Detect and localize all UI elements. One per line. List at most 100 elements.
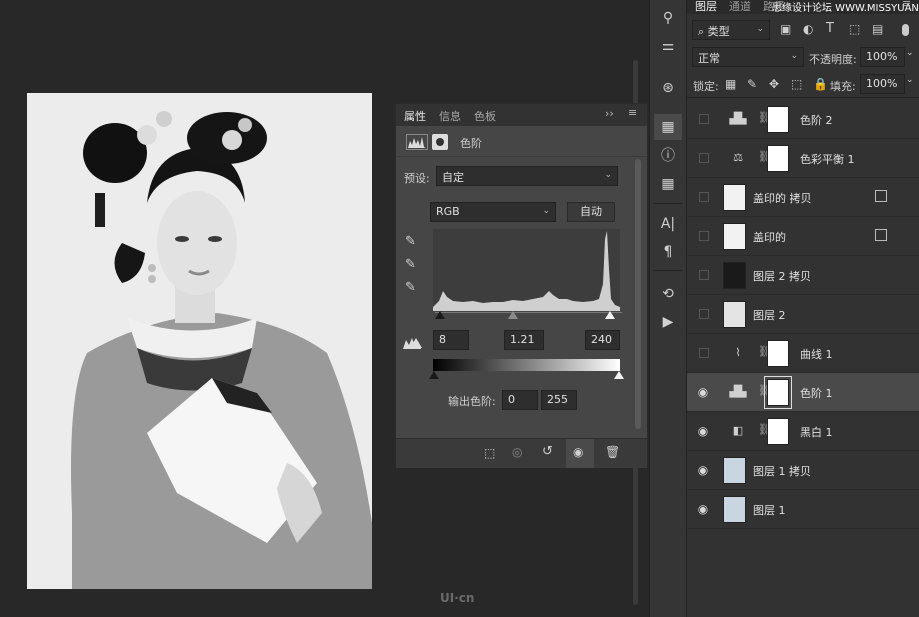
- layer-row[interactable]: ◉ 图层 1: [687, 490, 919, 529]
- output-white-field[interactable]: 255: [541, 390, 577, 410]
- layer-row[interactable]: 图层 2: [687, 295, 919, 334]
- tab-properties[interactable]: 属性: [404, 108, 426, 124]
- paragraph-icon[interactable]: ¶: [658, 242, 678, 262]
- blend-mode-select[interactable]: 正常 ⌄: [692, 47, 804, 67]
- tab-info[interactable]: 信息: [439, 108, 461, 124]
- swatches-icon[interactable]: ▦: [658, 174, 678, 194]
- properties-scrollbar[interactable]: [635, 159, 641, 429]
- preset-select[interactable]: 自定 ⌄: [436, 166, 618, 186]
- output-black-field[interactable]: 0: [502, 390, 538, 410]
- eye-icon[interactable]: ◉: [696, 424, 710, 438]
- black-eyedropper-icon[interactable]: ✎: [405, 234, 416, 249]
- layer-thumbnail[interactable]: [723, 496, 746, 523]
- lock-artboard-icon[interactable]: ⬚: [791, 77, 802, 91]
- channel-select[interactable]: RGB ⌄: [430, 202, 556, 222]
- fill-field[interactable]: 100%: [860, 74, 905, 94]
- white-eyedropper-icon[interactable]: ✎: [405, 280, 416, 295]
- properties-tabbar: 属性 信息 色板 ›› ≡: [396, 104, 647, 126]
- clipping-icon[interactable]: [402, 336, 424, 350]
- filter-pixel-icon[interactable]: ▣: [780, 22, 791, 36]
- curves-icon: ⌇: [735, 346, 741, 359]
- highlight-slider-handle[interactable]: [605, 311, 615, 319]
- layer-mask-icon[interactable]: [432, 134, 448, 150]
- filter-smart-icon[interactable]: ▤: [872, 22, 883, 36]
- clone-source-icon[interactable]: ⊛: [658, 78, 678, 98]
- shadow-slider-handle[interactable]: [435, 311, 445, 319]
- chevron-down-icon[interactable]: ⌄: [906, 48, 914, 58]
- actions-play-icon[interactable]: ▶: [658, 312, 678, 332]
- clip-to-layer-icon[interactable]: ⬚: [484, 446, 495, 460]
- eye-icon[interactable]: ◉: [696, 463, 710, 477]
- layer-mask-thumb[interactable]: [767, 145, 789, 172]
- input-highlight-field[interactable]: 240: [585, 330, 620, 350]
- layer-thumbnail[interactable]: [723, 262, 746, 289]
- layer-thumbnail[interactable]: [723, 457, 746, 484]
- brushes-icon[interactable]: ⚲: [658, 8, 678, 28]
- gray-eyedropper-icon[interactable]: ✎: [405, 257, 416, 272]
- lock-transparent-icon[interactable]: ▦: [725, 77, 736, 91]
- visibility-box[interactable]: [699, 348, 709, 358]
- layer-row[interactable]: 盖印的: [687, 217, 919, 256]
- layer-mask-thumb[interactable]: [767, 340, 789, 367]
- filter-adjustment-icon[interactable]: ◐: [803, 22, 813, 36]
- properties-panel-button[interactable]: ▦: [654, 114, 682, 140]
- filter-value: 类型: [707, 25, 730, 38]
- black-white-icon: ◧: [732, 424, 744, 437]
- visibility-box[interactable]: [699, 270, 709, 280]
- filter-shape-icon[interactable]: ⬚: [849, 22, 860, 36]
- brush-settings-icon[interactable]: ⚌: [658, 36, 678, 56]
- history-icon[interactable]: ⟲: [658, 284, 678, 304]
- visibility-box[interactable]: [699, 153, 709, 163]
- chevron-down-icon: ⌄: [756, 24, 764, 34]
- layer-thumbnail[interactable]: [723, 184, 746, 211]
- visibility-box[interactable]: [699, 309, 709, 319]
- visibility-box[interactable]: [699, 114, 709, 124]
- layer-mask-thumb[interactable]: [767, 418, 789, 445]
- info-icon[interactable]: ⓘ: [658, 146, 678, 166]
- tab-swatches[interactable]: 色板: [474, 108, 496, 124]
- layer-row[interactable]: ⚖ ⛓ 色彩平衡 1: [687, 139, 919, 178]
- output-white-handle[interactable]: [614, 371, 624, 379]
- input-shadow-field[interactable]: 8: [433, 330, 469, 350]
- filter-toggle[interactable]: [899, 20, 913, 40]
- panel-menu-icon[interactable]: ≡: [628, 106, 637, 119]
- reset-icon[interactable]: ↺: [542, 444, 553, 459]
- layer-row[interactable]: ⌇ ⛓ 曲线 1: [687, 334, 919, 373]
- layer-name: 色彩平衡 1: [800, 153, 855, 166]
- eye-icon[interactable]: ◉: [696, 502, 710, 516]
- levels-adjustment-icon[interactable]: [406, 134, 428, 150]
- lock-all-icon[interactable]: 🔒: [813, 77, 828, 91]
- midtone-slider-handle[interactable]: [508, 311, 518, 319]
- input-midtone-field[interactable]: 1.21: [504, 330, 544, 350]
- layer-row[interactable]: ◉ 图层 1 拷贝: [687, 451, 919, 490]
- layer-name: 色阶 1: [800, 387, 833, 400]
- lock-image-icon[interactable]: ✎: [747, 77, 757, 91]
- view-previous-icon[interactable]: ◎: [512, 445, 522, 459]
- chevron-down-icon[interactable]: ⌄: [906, 75, 914, 85]
- opacity-field[interactable]: 100%: [860, 47, 905, 67]
- visibility-box[interactable]: [699, 192, 709, 202]
- layer-thumbnail[interactable]: [723, 223, 746, 250]
- visibility-box[interactable]: [699, 231, 709, 241]
- trash-icon[interactable]: 🗑: [605, 445, 620, 459]
- visibility-toggle[interactable]: ◉: [566, 439, 594, 468]
- layer-mask-thumb[interactable]: [767, 106, 789, 133]
- character-icon[interactable]: A|: [658, 214, 678, 234]
- layer-row[interactable]: 盖印的 拷贝: [687, 178, 919, 217]
- output-black-handle[interactable]: [429, 371, 439, 379]
- layer-filter-select[interactable]: ⌕ 类型 ⌄: [692, 20, 770, 40]
- eye-icon[interactable]: ◉: [696, 385, 710, 399]
- layer-mask-thumb[interactable]: [764, 376, 792, 409]
- tab-channels[interactable]: 通道: [729, 0, 751, 14]
- panel-menu-icon[interactable]: ≡: [902, 0, 911, 10]
- layer-thumbnail[interactable]: [723, 301, 746, 328]
- collapse-icon[interactable]: ››: [605, 107, 614, 120]
- layer-row-selected[interactable]: ◉ ▟▙ ⛓ 色阶 1: [687, 373, 919, 412]
- tab-layers[interactable]: 图层: [695, 0, 717, 14]
- lock-position-icon[interactable]: ✥: [769, 77, 779, 91]
- layer-row[interactable]: 图层 2 拷贝: [687, 256, 919, 295]
- layer-row[interactable]: ◉ ◧ ⛓ 黑白 1: [687, 412, 919, 451]
- auto-button[interactable]: 自动: [567, 202, 615, 222]
- filter-type-icon[interactable]: T: [826, 21, 834, 36]
- layer-row[interactable]: ▟▙ ⛓ 色阶 2: [687, 100, 919, 139]
